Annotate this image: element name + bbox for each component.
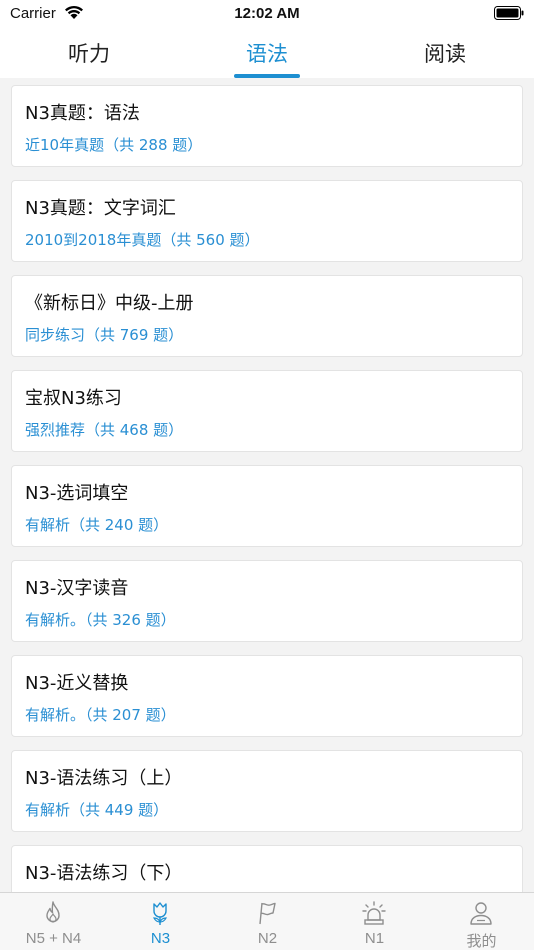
person-icon [470, 902, 492, 925]
list-item[interactable]: N3-选词填空 有解析（共 240 题） [11, 465, 523, 547]
tabbar-item-n1[interactable]: N1 [321, 893, 428, 950]
item-subtitle: 2010到2018年真题（共 560 题） [25, 231, 260, 249]
tabbar-item-me[interactable]: 我的 [428, 893, 534, 950]
item-subtitle: 同步练习（共 769 题） [25, 326, 184, 344]
bottom-tab-bar: N5 + N4 N3 N2 N1 我的 [0, 892, 534, 950]
tab-grammar[interactable]: 语法 [178, 28, 356, 78]
tab-label: 阅读 [424, 42, 466, 66]
alarm-light-icon [362, 901, 386, 925]
tab-reading[interactable]: 阅读 [356, 28, 534, 78]
status-bar: Carrier 12:02 AM [0, 0, 534, 28]
item-title: N3-选词填空 [25, 483, 129, 504]
item-subtitle: 有解析。（共 326 题） [25, 611, 176, 629]
tab-label: 语法 [246, 42, 288, 66]
flame-icon [46, 901, 60, 923]
tabbar-label: 我的 [466, 933, 497, 950]
battery-icon [494, 6, 524, 20]
list-item[interactable]: 《新标日》中级-上册 同步练习（共 769 题） [11, 275, 523, 357]
tabbar-label: N2 [257, 930, 278, 947]
tabbar-item-n2[interactable]: N2 [214, 893, 321, 950]
list-item[interactable]: 宝叔N3练习 强烈推荐（共 468 题） [11, 370, 523, 452]
list-item[interactable]: N3-语法练习（上） 有解析（共 449 题） [11, 750, 523, 832]
item-title: N3真题：语法 [25, 103, 140, 124]
item-title: N3-语法练习（上） [25, 768, 183, 789]
item-title: N3-语法练习（下） [25, 863, 183, 884]
item-subtitle: 有解析（共 449 题） [25, 801, 169, 819]
item-title: 宝叔N3练习 [25, 388, 122, 409]
item-title: N3-近义替换 [25, 673, 129, 694]
tabbar-item-n3[interactable]: N3 [107, 893, 214, 950]
tabbar-label: N3 [150, 930, 171, 947]
list-item[interactable]: N3-近义替换 有解析。（共 207 题） [11, 655, 523, 737]
item-subtitle: 有解析。（共 207 题） [25, 706, 176, 724]
tab-label: 听力 [68, 42, 110, 66]
list-item[interactable]: N3-汉字读音 有解析。（共 326 题） [11, 560, 523, 642]
status-time: 12:02 AM [234, 5, 300, 22]
tabbar-label: N5 + N4 [25, 930, 82, 947]
item-title: N3真题：文字词汇 [25, 198, 176, 219]
item-title: 《新标日》中级-上册 [25, 293, 194, 314]
list-item[interactable]: N3真题：文字词汇 2010到2018年真题（共 560 题） [11, 180, 523, 262]
item-subtitle: 有解析（共 240 题） [25, 516, 169, 534]
list-item[interactable]: N3真题：语法 近10年真题（共 288 题） [11, 85, 523, 167]
tabbar-item-n5-n4[interactable]: N5 + N4 [0, 893, 107, 950]
item-subtitle: 强烈推荐（共 468 题） [25, 421, 184, 439]
item-title: N3-汉字读音 [25, 578, 129, 599]
tabbar-label: N1 [364, 930, 385, 947]
item-subtitle: 近10年真题（共 288 题） [25, 136, 203, 154]
tab-listening[interactable]: 听力 [0, 28, 178, 78]
flag-icon [259, 902, 276, 925]
list-item[interactable]: N3-语法练习（下） [11, 845, 523, 892]
question-set-list[interactable]: N3真题：语法 近10年真题（共 288 题） N3真题：文字词汇 2010到2… [0, 78, 534, 892]
tulip-icon [153, 902, 167, 925]
category-tabs: 听力 语法 阅读 [0, 28, 534, 78]
